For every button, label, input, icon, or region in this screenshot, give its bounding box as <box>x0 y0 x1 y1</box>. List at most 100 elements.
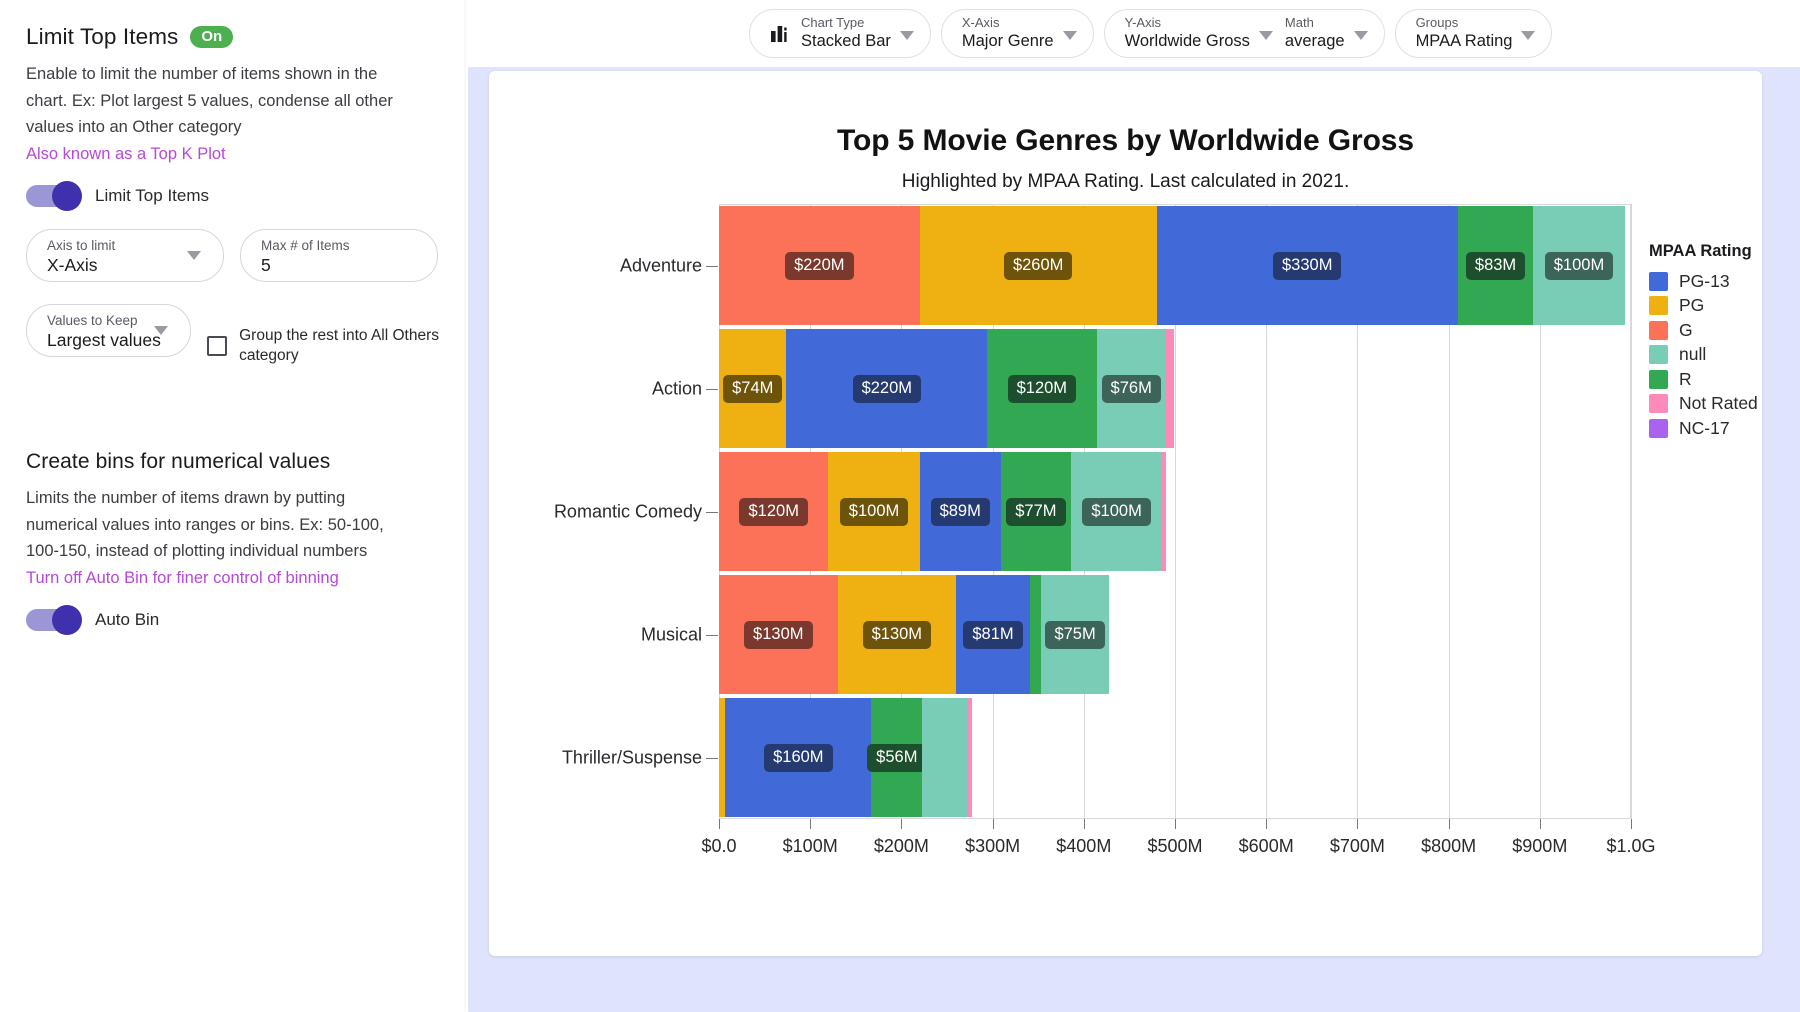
bar-segment[interactable]: $56M <box>867 698 927 817</box>
bar-value-label: $75M <box>1045 620 1105 649</box>
bar-segment[interactable]: $81M <box>956 575 1030 694</box>
switch-knob <box>52 181 82 211</box>
x-axis-tick-label: $300M <box>965 836 1021 856</box>
limit-top-items-toggle-label: Limit Top Items <box>95 186 210 205</box>
bar-segment[interactable]: $260M <box>919 206 1157 325</box>
stacked-bar[interactable]: $130M $130M $81M $75M <box>719 575 1110 694</box>
legend-item[interactable]: R <box>1649 367 1758 392</box>
bar-value-label: $74M <box>723 374 783 403</box>
values-to-keep-select[interactable]: Values to Keep Largest values <box>26 304 192 357</box>
bar-segment[interactable]: $130M <box>837 575 957 694</box>
x-axis-segment[interactable]: X-Axis Major Genre <box>956 15 1083 52</box>
group-all-others-row[interactable]: Group the rest into All Others category <box>207 326 442 366</box>
bar-segment[interactable] <box>1162 452 1166 571</box>
bar-segment[interactable] <box>967 698 973 817</box>
chevron-down-icon[interactable] <box>187 251 201 260</box>
bar-value-label: $89M <box>930 497 990 526</box>
legend-item[interactable]: G <box>1649 318 1758 343</box>
legend-item[interactable]: null <box>1649 343 1758 368</box>
bar-value-label: $81M <box>963 620 1023 649</box>
bar-segment[interactable]: $330M <box>1156 206 1458 325</box>
stacked-bar[interactable]: $220M $260M $330M $83M $100M <box>719 206 1625 325</box>
bar-segment[interactable]: $130M <box>719 575 838 694</box>
chart-workspace: Chart Type Stacked Bar X-Axis Major Genr… <box>468 0 1800 1012</box>
bar-value-label: $100M <box>1082 497 1151 526</box>
x-axis-tick <box>1448 819 1450 829</box>
x-axis-tick-label: $1.0G <box>1606 836 1656 856</box>
gridline <box>1631 204 1632 819</box>
auto-bin-toggle-row[interactable]: Auto Bin <box>26 605 442 635</box>
legend-label: NC-17 <box>1679 417 1730 438</box>
bar-row: Thriller/Suspense $160M $56M <box>562 696 1631 819</box>
legend-items: PG-13 PG Gnull R Not Rated NC-17 <box>1649 269 1758 441</box>
chart-type-control[interactable]: Chart Type Stacked Bar <box>749 9 931 58</box>
chevron-down-icon[interactable] <box>154 326 169 335</box>
y-axis-math-control[interactable]: Y-Axis Worldwide Gross Math average <box>1103 9 1385 58</box>
bar-segment[interactable]: $160M <box>725 698 872 817</box>
chevron-down-icon[interactable] <box>899 30 914 40</box>
bar-value-label: $220M <box>852 374 922 403</box>
max-items-input[interactable]: Max # of Items 5 <box>240 229 438 282</box>
auto-bin-switch[interactable] <box>26 605 82 635</box>
bar-segment[interactable]: $76M <box>1096 329 1166 448</box>
math-segment[interactable]: Math average <box>1279 15 1374 52</box>
create-bins-hint-link[interactable]: Turn off Auto Bin for finer control of b… <box>26 565 442 592</box>
axis-to-limit-select[interactable]: Axis to limit X-Axis <box>26 229 224 282</box>
bar-value-label: $100M <box>839 497 909 526</box>
limit-top-items-switch[interactable] <box>26 181 82 211</box>
legend-item[interactable]: Not Rated <box>1649 392 1758 417</box>
bar-segment[interactable]: $74M <box>719 329 787 448</box>
legend-item[interactable]: NC-17 <box>1649 416 1758 441</box>
chevron-down-icon[interactable] <box>1258 30 1273 40</box>
x-axis-control[interactable]: X-Axis Major Genre <box>940 9 1094 58</box>
status-badge-on: On <box>190 25 234 49</box>
legend-item[interactable]: PG <box>1649 294 1758 319</box>
bar-segment[interactable]: $83M <box>1457 206 1534 325</box>
chevron-down-icon[interactable] <box>1521 30 1536 40</box>
bar-segment[interactable] <box>1029 575 1041 694</box>
legend-item[interactable]: PG-13 <box>1649 269 1758 294</box>
bar-value-label: $130M <box>744 620 813 649</box>
x-axis-tick-label: $900M <box>1512 836 1568 856</box>
legend-label: null <box>1679 344 1707 365</box>
y-axis-segment[interactable]: Y-Axis Worldwide Gross <box>1119 15 1279 52</box>
groups-segment[interactable]: Groups MPAA Rating <box>1410 15 1542 52</box>
stacked-bar[interactable]: $120M $100M $89M $77M $100M <box>719 452 1166 571</box>
limit-top-items-hint-link[interactable]: Also known as a Top K Plot <box>26 141 442 168</box>
bar-segment[interactable]: $75M <box>1040 575 1110 694</box>
bar-value-label: $120M <box>1007 374 1077 403</box>
bar-segment[interactable]: $120M <box>987 329 1097 448</box>
bar-segment[interactable] <box>1165 329 1175 448</box>
bar-chart-icon <box>770 23 792 45</box>
group-all-others-checkbox[interactable] <box>207 336 228 356</box>
y-axis-label: Y-Axis <box>1124 15 1161 30</box>
bar-segment[interactable]: $120M <box>719 452 829 571</box>
stacked-bar[interactable]: $74M $220M $120M $76M <box>719 329 1175 448</box>
chart-type-segment[interactable]: Chart Type Stacked Bar <box>764 15 920 52</box>
chevron-down-icon[interactable] <box>1353 30 1368 40</box>
switch-knob <box>52 605 82 635</box>
bar-segment[interactable]: $77M <box>1000 452 1071 571</box>
limit-fields-row-1: Axis to limit X-Axis Max # of Items 5 <box>26 229 442 282</box>
bar-segment[interactable] <box>922 698 968 817</box>
y-axis-tick-label: Musical <box>640 624 702 644</box>
bar-segment[interactable]: $100M <box>828 452 920 571</box>
chevron-down-icon[interactable] <box>1062 30 1077 40</box>
groups-value: MPAA Rating <box>1415 32 1513 50</box>
bar-segment[interactable]: $89M <box>919 452 1001 571</box>
bar-segment[interactable]: $220M <box>719 206 920 325</box>
legend-title: MPAA Rating <box>1649 242 1752 260</box>
legend-swatch <box>1649 320 1668 340</box>
groups-control[interactable]: Groups MPAA Rating <box>1394 9 1553 58</box>
limit-top-items-description: Enable to limit the number of items show… <box>26 65 393 136</box>
y-axis-tick-label: Adventure <box>619 255 702 275</box>
stacked-bar[interactable]: $160M $56M <box>719 698 973 817</box>
limit-top-items-toggle-row[interactable]: Limit Top Items <box>26 181 442 211</box>
bar-segment[interactable]: $100M <box>1071 452 1163 571</box>
x-axis-tick <box>1175 819 1176 829</box>
axis-to-limit-value: X-Axis <box>47 255 98 275</box>
bar-segment[interactable]: $220M <box>786 329 988 448</box>
bar-segment[interactable]: $100M <box>1533 206 1625 325</box>
bar-row: Musical $130M $130M $81M $75M <box>641 573 1631 696</box>
legend-swatch <box>1649 418 1668 438</box>
